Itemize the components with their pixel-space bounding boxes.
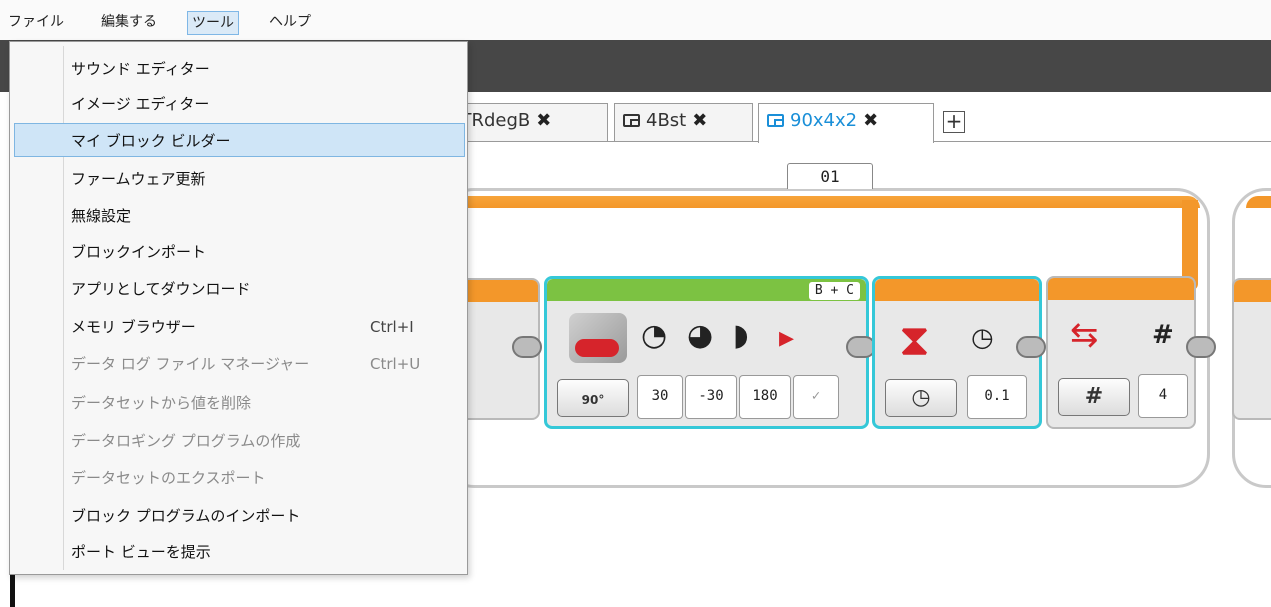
mode-selector-button[interactable]: 90°: [557, 379, 629, 417]
partial-block-right[interactable]: [1232, 278, 1271, 420]
menu-item-label: アプリとしてダウンロード: [71, 280, 251, 298]
menu-item-delete-dataset-values: データセットから値を削除: [10, 386, 469, 420]
menu-item-label: データ ログ ファイル マネージャー: [71, 355, 310, 373]
menu-item-label: データセットから値を削除: [71, 394, 252, 412]
menu-item-export-dataset: データセットのエクスポート: [10, 461, 469, 495]
mode-label: 90°: [581, 393, 605, 407]
close-icon[interactable]: ✖: [863, 110, 878, 131]
timer-icon: ◷: [971, 323, 994, 353]
param-degrees[interactable]: 180: [739, 375, 791, 419]
menu-item-memory-browser[interactable]: メモリ ブラウザー Ctrl+I: [10, 310, 469, 344]
program-icon: [767, 114, 784, 127]
loop-header-bar-2: [1246, 196, 1271, 208]
menu-item-shortcut: Ctrl+I: [370, 318, 414, 336]
menu-item-label: サウンド エディター: [71, 60, 210, 78]
menu-edit[interactable]: 編集する: [97, 11, 161, 35]
port-badge[interactable]: B + C: [808, 282, 860, 300]
speed-left-icon: ◔: [641, 318, 668, 353]
wire-connector: [1016, 336, 1046, 358]
index-mode-symbol: #: [1084, 384, 1104, 409]
mode-selector-button[interactable]: ◷: [885, 379, 957, 417]
menu-item-label: ポート ビューを提示: [71, 543, 211, 561]
menu-item-block-import[interactable]: ブロックインポート: [10, 235, 469, 269]
menu-item-firmware-update[interactable]: ファームウェア更新: [10, 162, 469, 196]
param-seconds[interactable]: 0.1: [967, 375, 1027, 419]
large-motor-icon: [569, 313, 627, 363]
menu-bar: ファイル 編集する ツール ヘルプ: [0, 0, 1271, 40]
menu-item-label: ブロック プログラムのインポート: [71, 507, 301, 525]
param-brake[interactable]: ✓: [793, 375, 839, 419]
block-header: [875, 279, 1039, 301]
menu-file[interactable]: ファイル: [4, 11, 68, 35]
menu-tools[interactable]: ツール: [187, 11, 239, 35]
menu-item-show-port-view[interactable]: ポート ビューを提示: [10, 535, 469, 569]
add-tab-button[interactable]: +: [943, 111, 965, 133]
move-tank-block[interactable]: B + C ◔ ◕ ◗ ▸ 90° 30 -30 180 ✓: [544, 276, 869, 429]
hourglass-icon: ⧗: [899, 315, 930, 366]
mode-selector-button[interactable]: #: [1058, 378, 1130, 416]
menu-item-label: データロギング プログラムの作成: [71, 432, 301, 450]
menu-item-label: データセットのエクスポート: [71, 469, 266, 487]
menu-item-image-editor[interactable]: イメージ エディター: [10, 87, 469, 121]
menu-item-shortcut: Ctrl+U: [370, 355, 421, 373]
text-cursor: [10, 575, 15, 607]
param-index-value[interactable]: 4: [1138, 374, 1188, 418]
param-speed-left[interactable]: 30: [637, 375, 683, 419]
menu-item-my-block-builder[interactable]: マイ ブロック ビルダー: [14, 123, 465, 157]
block-header: [1048, 278, 1194, 300]
tab-90x4x2[interactable]: 90x4x2 ✖: [758, 103, 934, 143]
menu-item-label: ブロックインポート: [71, 243, 207, 261]
index-symbol: #: [1152, 320, 1174, 350]
tab-4bst[interactable]: 4Bst ✖: [614, 103, 753, 141]
loop-header-bar: [440, 196, 1200, 208]
tools-dropdown-menu: サウンド エディター イメージ エディター マイ ブロック ビルダー ファームウ…: [9, 41, 468, 575]
program-icon: [623, 114, 640, 127]
menu-item-label: メモリ ブラウザー: [71, 318, 196, 336]
param-speed-right[interactable]: -30: [685, 375, 737, 419]
stopwatch-icon: ◷: [911, 385, 931, 410]
wire-connector: [1186, 336, 1216, 358]
menu-help[interactable]: ヘルプ: [265, 11, 315, 35]
loop-index-block[interactable]: ⇆ # # 4: [1046, 276, 1196, 429]
close-icon[interactable]: ✖: [692, 110, 707, 131]
loop-interrupt-icon: ⇆: [1070, 315, 1099, 355]
app-window: ファイル 編集する ツール ヘルプ 1TRdegB ✖ 4Bst ✖ 90x4x2 ✖…: [0, 0, 1271, 607]
menu-item-label: マイ ブロック ビルダー: [71, 132, 231, 150]
degrees-icon: ◗: [733, 318, 749, 353]
menu-item-import-block-program[interactable]: ブロック プログラムのインポート: [10, 499, 469, 533]
menu-item-label: 無線設定: [71, 207, 132, 225]
menu-item-label: イメージ エディター: [71, 95, 210, 113]
tab-label: 4Bst: [646, 110, 687, 131]
menu-item-datalog-file-manager: データ ログ ファイル マネージャー Ctrl+U: [10, 347, 469, 381]
menu-item-create-datalogging-program: データロギング プログラムの作成: [10, 424, 469, 458]
speed-right-icon: ◕: [687, 318, 714, 353]
menu-item-sound-editor[interactable]: サウンド エディター: [10, 52, 469, 86]
block-header: B + C: [547, 279, 866, 301]
menu-item-label: ファームウェア更新: [71, 170, 206, 188]
block-header: [1234, 280, 1271, 302]
loop-name-label[interactable]: 01: [787, 163, 873, 189]
menu-item-wireless-setup[interactable]: 無線設定: [10, 199, 469, 233]
close-icon[interactable]: ✖: [536, 110, 551, 131]
tab-label: 90x4x2: [790, 110, 858, 131]
wire-connector: [512, 336, 542, 358]
menu-item-download-as-app[interactable]: アプリとしてダウンロード: [10, 272, 469, 306]
brake-icon: ▸: [779, 320, 795, 355]
